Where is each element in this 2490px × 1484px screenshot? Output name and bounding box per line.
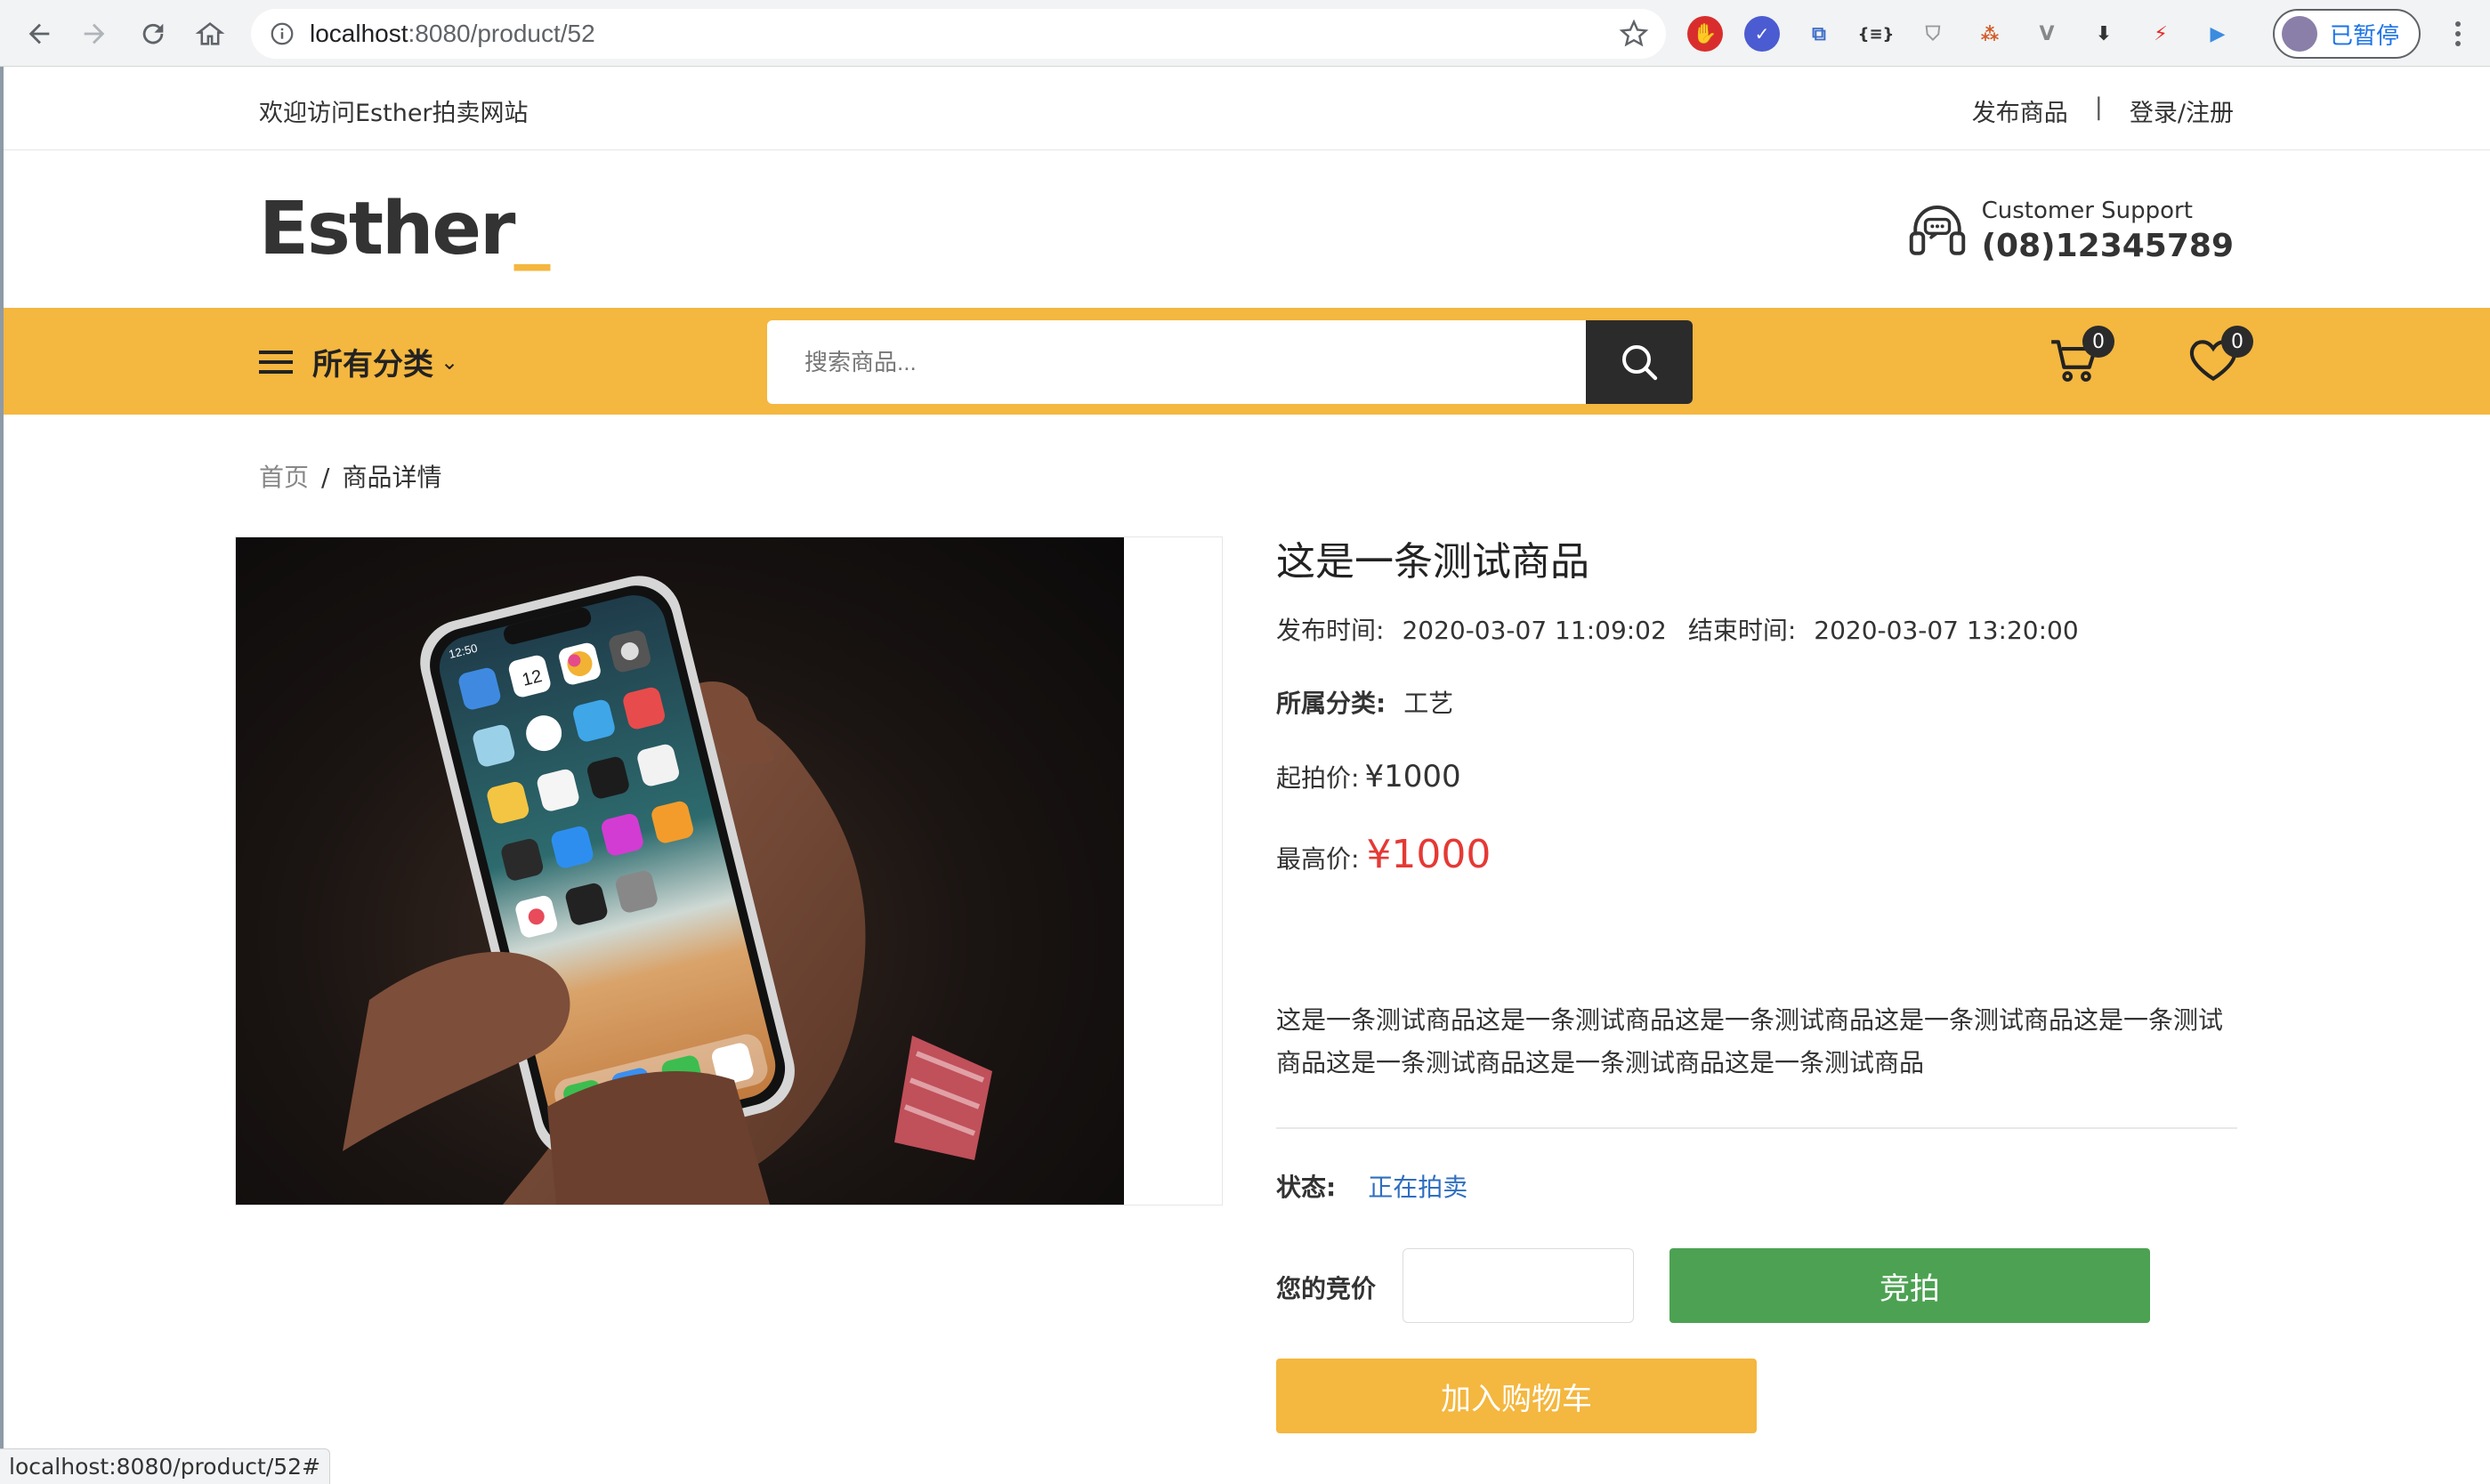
cart-count-badge: 0 — [2082, 326, 2114, 358]
download-extension-icon[interactable]: ⬇ — [2086, 16, 2122, 52]
bid-row: 您的竞价 — [1276, 1270, 1376, 1305]
add-to-cart-button[interactable]: 加入购物车 — [1276, 1359, 1757, 1433]
adblock-extension-icon[interactable]: ✋ — [1687, 16, 1723, 52]
forward-icon[interactable] — [75, 14, 114, 53]
bid-button[interactable]: 竞拍 — [1669, 1248, 2150, 1323]
end-time-value: 2020-03-07 13:20:00 — [1814, 616, 2079, 645]
json-extension-icon[interactable]: {≡} — [1858, 16, 1895, 52]
status-row: 状态: 正在拍卖 — [1276, 1168, 1467, 1204]
categories-label: 所有分类 — [312, 347, 433, 383]
play-extension-icon[interactable]: ▶ — [2200, 16, 2235, 52]
network-extension-icon[interactable]: ⁂ — [1972, 16, 2008, 52]
page: 欢迎访问Esther拍卖网站 发布商品 | 登录/注册 Esther_ Cust… — [0, 67, 2490, 1484]
bid-label: 您的竞价 — [1276, 1274, 1377, 1303]
avatar — [2282, 16, 2317, 52]
headset-icon — [1909, 205, 1965, 255]
top-bar: 欢迎访问Esther拍卖网站 发布商品 | 登录/注册 — [4, 67, 2490, 150]
all-categories-button[interactable]: 所有分类 ⌄ — [259, 340, 458, 383]
category-value: 工艺 — [1403, 689, 1454, 718]
support-label: Customer Support — [1981, 198, 2193, 224]
max-price-row: 最高价: ¥1000 — [1276, 832, 1491, 877]
flash-extension-icon[interactable]: ⚡ — [2143, 16, 2179, 52]
browser-status-bar: localhost:8080/product/52# — [0, 1448, 331, 1484]
time-row: 发布时间: 2020-03-07 11:09:02 结束时间: 2020-03-… — [1276, 611, 2079, 647]
wishlist-button[interactable]: 0 — [2186, 326, 2253, 395]
browser-menu-icon[interactable] — [2440, 16, 2476, 52]
category-label: 所属分类: — [1276, 689, 1386, 718]
menu-icon — [259, 350, 293, 374]
publish-time-value: 2020-03-07 11:09:02 — [1402, 616, 1667, 645]
search-button[interactable] — [1586, 320, 1693, 404]
bookmark-star-icon[interactable] — [1618, 18, 1650, 50]
back-icon[interactable] — [20, 14, 59, 53]
login-register-link[interactable]: 登录/注册 — [2130, 93, 2234, 128]
shield-extension-icon[interactable]: ⛉ — [1915, 16, 1951, 52]
max-price-label: 最高价: — [1276, 844, 1360, 874]
breadcrumb-current: 商品详情 — [342, 463, 442, 492]
reload-icon[interactable] — [133, 14, 173, 53]
site-header: Esther_ Customer Support (08)12345789 — [4, 151, 2490, 308]
link-separator: | — [2094, 93, 2103, 121]
welcome-text: 欢迎访问Esther拍卖网站 — [259, 100, 529, 127]
profile-status-text: 已暂停 — [2330, 22, 2400, 50]
search-icon — [1622, 345, 1658, 381]
product-title: 这是一条测试商品 — [1276, 539, 1589, 585]
breadcrumb: 首页 / 商品详情 — [259, 463, 442, 492]
check-extension-icon[interactable]: ✓ — [1744, 16, 1780, 52]
status-value: 正在拍卖 — [1368, 1173, 1468, 1202]
nav-bar: 所有分类 ⌄ 0 0 — [4, 308, 2490, 415]
url-text: localhost:8080/product/52 — [310, 20, 595, 47]
profile-paused-button[interactable]: 已暂停 — [2273, 9, 2421, 59]
search-input[interactable] — [767, 320, 1588, 404]
start-price-label: 起拍价: — [1276, 763, 1360, 793]
wishlist-count-badge: 0 — [2221, 326, 2253, 358]
category-row: 所属分类: 工艺 — [1276, 684, 1453, 720]
browser-toolbar: localhost:8080/product/52 ✋ ✓ ⧉ {≡} ⛉ ⁂ … — [0, 0, 2490, 67]
vue-extension-icon[interactable]: V — [2029, 16, 2065, 52]
bid-amount-input[interactable] — [1403, 1248, 1634, 1323]
start-price-row: 起拍价: ¥1000 — [1276, 759, 1461, 794]
breadcrumb-home[interactable]: 首页 — [259, 463, 309, 492]
divider — [1276, 1127, 2237, 1129]
end-time-label: 结束时间: — [1687, 616, 1797, 645]
search-box — [767, 320, 1693, 404]
cart-button[interactable]: 0 — [2047, 326, 2114, 395]
home-icon[interactable] — [190, 14, 230, 53]
site-logo[interactable]: Esther_ — [259, 187, 550, 271]
chevron-down-icon: ⌄ — [441, 349, 459, 375]
status-label: 状态: — [1276, 1173, 1337, 1202]
customer-support: Customer Support (08)12345789 — [1905, 198, 2234, 264]
publish-link[interactable]: 发布商品 — [1972, 93, 2068, 128]
max-price-value: ¥1000 — [1366, 832, 1492, 877]
start-price-value: ¥1000 — [1364, 759, 1461, 794]
product-image: 12:50 12 — [236, 537, 1124, 1205]
address-bar[interactable]: localhost:8080/product/52 — [251, 9, 1666, 59]
support-phone: (08)12345789 — [1981, 228, 2234, 264]
product-description: 这是一条测试商品这是一条测试商品这是一条测试商品这是一条测试商品这是一条测试商品… — [1276, 1005, 2224, 1077]
publish-time-label: 发布时间: — [1276, 616, 1385, 645]
translate-extension-icon[interactable]: ⧉ — [1801, 16, 1837, 52]
product-image-frame: 12:50 12 — [235, 536, 1223, 1206]
info-icon[interactable] — [269, 20, 295, 47]
